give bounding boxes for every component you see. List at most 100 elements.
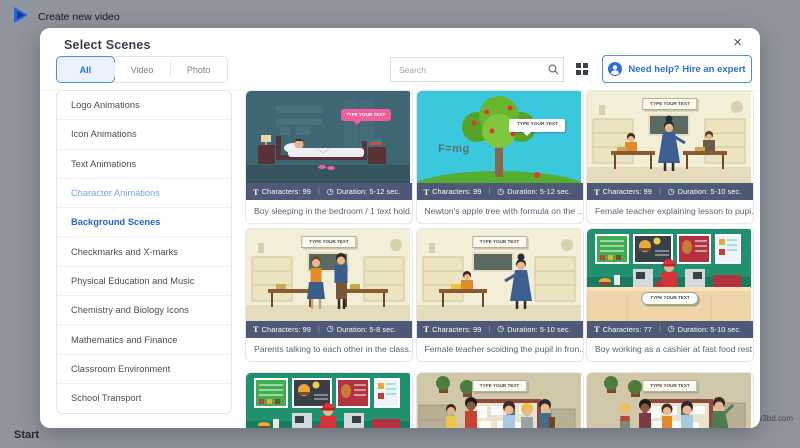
scene-caption: Female teacher explaining lesson to pupi… (595, 206, 753, 216)
scene-caption: Boy working as a cashier at fast food re… (595, 343, 753, 354)
characters-count: Characters: 99 (602, 187, 652, 196)
duration-value: Duration: 5-10 sec. (677, 187, 742, 196)
scene-card-teacher-scolding[interactable]: TYPE YOUR TEXT T Characters: 99 | ◷ Dura… (415, 227, 584, 362)
scene-thumbnail: TYPE YOUR TEXT (587, 91, 753, 183)
type-your-text-label: TYPE YOUR TEXT (509, 118, 566, 136)
category-sidebar: Logo Animations Icon Animations Text Ani… (56, 90, 232, 414)
sidebar-item-checkmarks[interactable]: Checkmarks and X-marks (57, 237, 231, 267)
scene-card-apple-tree[interactable]: F=mg TYPE YOUR TEXT T Characters: 99 | ◷… (415, 90, 584, 224)
clock-icon: ◷ (497, 186, 505, 196)
characters-icon: T (253, 186, 259, 197)
sidebar-item-text-animations[interactable]: Text Animations (57, 150, 231, 179)
characters-icon: T (423, 186, 430, 197)
grid-view-icon[interactable] (572, 59, 592, 79)
sidebar-item-icon-animations[interactable]: Icon Animations (57, 120, 231, 150)
scene-meta: T Characters: 99 | ◷ Duration: 5-12 sec. (416, 183, 583, 200)
type-your-text-label: TYPE YOUR TEXT (642, 98, 698, 111)
scene-meta: T Characters: 99 | ◷ Duration: 5-8 sec. (246, 320, 412, 338)
type-your-text-label: TYPE YOUR TEXT (471, 379, 528, 392)
tab-all[interactable]: All (56, 56, 115, 83)
background-start-label: Start (14, 429, 40, 441)
meta-divider: | (317, 188, 320, 195)
scene-caption: Boy sleeping in the bedroom / 1 text hol… (254, 206, 412, 216)
scene-thumbnail: F=mg TYPE YOUR TEXT (416, 91, 583, 183)
characters-icon: T (423, 324, 430, 334)
scene-thumbnail: TYPE YOUR TEXT (416, 228, 583, 321)
sidebar-item-logo-animations[interactable]: Logo Animations (57, 91, 231, 121)
watermark: w3bd.com (756, 414, 793, 423)
scene-card-bedroom[interactable]: TYPE YOUR TEXT T Characters: 99 | ◷ Dura… (245, 90, 413, 224)
type-your-text-label: TYPE YOUR TEXT (471, 235, 528, 248)
type-your-text-label: TYPE YOUR TEXT (301, 235, 357, 248)
select-scenes-modal: Select Scenes × All Video Photo Need hel… (40, 28, 760, 428)
clock-icon: ◷ (667, 324, 675, 333)
modal-title: Select Scenes (64, 38, 151, 52)
app-logo-icon (14, 7, 28, 23)
scene-caption: Parents talking to each other in the cla… (254, 343, 412, 354)
expert-avatar-icon (608, 62, 623, 76)
characters-icon: T (253, 324, 259, 334)
clock-icon: ◷ (326, 186, 334, 196)
duration-value: Duration: 5-12 sec. (507, 187, 571, 196)
characters-count: Characters: 99 (261, 187, 311, 196)
scene-grid: TYPE YOUR TEXT T Characters: 99 | ◷ Dura… (245, 90, 754, 428)
scene-card-hallway-students[interactable]: TYPE YOUR TEXT (415, 371, 584, 428)
scene-thumbnail: TYPE YOUR TEXT (416, 372, 583, 428)
type-your-text-label: TYPE YOUR TEXT (340, 109, 391, 125)
search-icon[interactable] (543, 64, 563, 75)
scene-card-teacher-explaining[interactable]: TYPE YOUR TEXT T Characters: 99 | ◷ Dura… (586, 90, 754, 224)
characters-count: Characters: 99 (432, 324, 482, 334)
meta-divider: | (488, 188, 491, 195)
hire-expert-label: Need help? Hire an expert (628, 63, 746, 75)
sidebar-item-chemistry-biology[interactable]: Chemistry and Biology Icons (57, 296, 231, 326)
meta-divider: | (658, 188, 661, 195)
app-topbar: Create new video (0, 0, 800, 28)
type-your-text-label: TYPE YOUR TEXT (642, 379, 698, 392)
clock-icon: ◷ (667, 186, 675, 196)
characters-icon: T (594, 324, 600, 334)
close-icon[interactable]: × (729, 32, 746, 53)
formula-text: F=mg (438, 142, 470, 155)
scene-card-fast-food-cashier[interactable]: TYPE YOUR TEXT T Characters: 77 | ◷ Dura… (586, 227, 754, 362)
characters-count: Characters: 99 (432, 187, 482, 196)
scene-card-hallway-students-2[interactable]: TYPE YOUR TEXT (586, 371, 754, 428)
scene-caption: Female teacher scolding the pupil in fro… (424, 343, 583, 354)
sidebar-item-physical-education[interactable]: Physical Education and Music (57, 267, 231, 297)
scene-caption: Newton's apple tree with formula on the … (424, 206, 583, 216)
scene-card-parents-talking[interactable]: TYPE YOUR TEXT T Characters: 99 | ◷ Dura… (245, 227, 413, 362)
scene-meta: T Characters: 99 | ◷ Duration: 5-10 sec. (416, 320, 583, 338)
scene-card-fast-food-partial[interactable]: TYPE YOUR TEXT (245, 371, 413, 428)
scene-thumbnail: TYPE YOUR TEXT (246, 372, 412, 428)
duration-value: Duration: 5-10 sec. (677, 324, 742, 334)
meta-divider: | (658, 325, 661, 333)
hire-expert-button[interactable]: Need help? Hire an expert (602, 55, 752, 83)
sidebar-item-character-animations[interactable]: Character Animations (57, 179, 231, 209)
scene-thumbnail: TYPE YOUR TEXT (587, 228, 753, 321)
sidebar-item-school-transport[interactable]: School Transport (57, 384, 231, 412)
characters-icon: T (594, 186, 600, 197)
scene-meta: T Characters: 99 | ◷ Duration: 5-10 sec. (587, 183, 753, 200)
sidebar-item-mathematics-finance[interactable]: Mathematics and Finance (57, 325, 231, 355)
duration-value: Duration: 5-8 sec. (336, 324, 397, 334)
scene-thumbnail: TYPE YOUR TEXT (246, 91, 412, 183)
scene-type-tabs: All Video Photo (56, 56, 228, 83)
sidebar-item-background-scenes[interactable]: Background Scenes (57, 208, 231, 238)
scene-thumbnail: TYPE YOUR TEXT (246, 228, 412, 321)
type-your-text-label: TYPE YOUR TEXT (641, 291, 699, 305)
meta-divider: | (488, 325, 491, 333)
scene-meta: T Characters: 77 | ◷ Duration: 5-10 sec. (587, 320, 753, 338)
tab-photo[interactable]: Photo (170, 57, 227, 82)
search-input[interactable] (391, 64, 543, 75)
duration-value: Duration: 5-10 sec. (507, 324, 571, 334)
page-title: Create new video (38, 11, 120, 23)
tab-video[interactable]: Video (113, 57, 171, 82)
search-box (390, 57, 564, 82)
duration-value: Duration: 5-12 sec. (336, 187, 401, 196)
clock-icon: ◷ (326, 324, 334, 333)
clock-icon: ◷ (497, 324, 505, 333)
sidebar-item-classroom-environment[interactable]: Classroom Environment (57, 355, 231, 384)
characters-count: Characters: 99 (261, 324, 311, 334)
characters-count: Characters: 77 (602, 324, 652, 334)
page: Create new video Start w3bd.com Select S… (0, 0, 800, 448)
scene-meta: T Characters: 99 | ◷ Duration: 5-12 sec. (246, 183, 412, 200)
